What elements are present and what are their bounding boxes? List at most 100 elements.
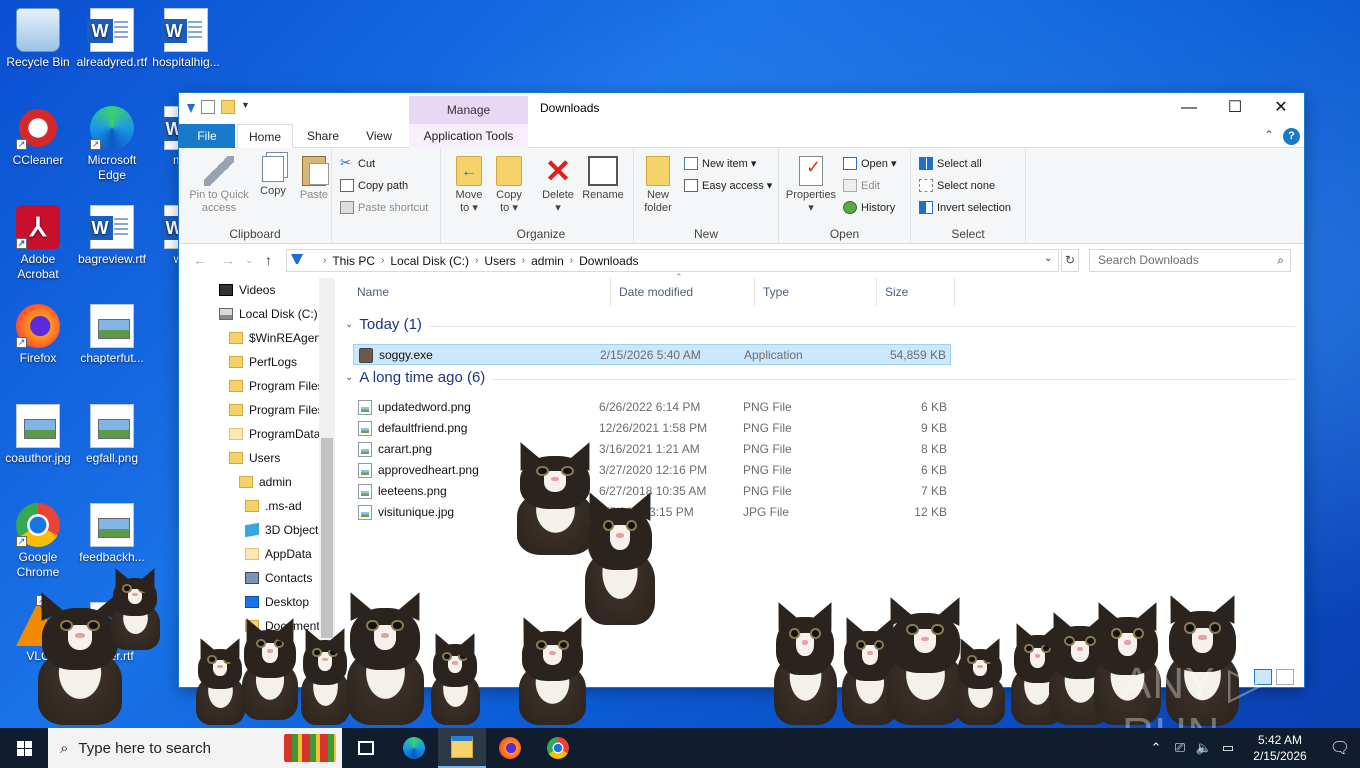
- tab-share[interactable]: Share: [297, 124, 349, 148]
- breadcrumb-downloads[interactable]: Downloads: [579, 254, 638, 268]
- maximize-button[interactable]: ☐: [1212, 93, 1258, 123]
- column-header-type[interactable]: Type: [755, 278, 877, 306]
- title-bar[interactable]: ▼ Manage Downloads — ☐ ✕: [179, 93, 1304, 124]
- desktop-icon-coauthor-jpg[interactable]: coauthor.jpg: [0, 404, 76, 466]
- volume-icon[interactable]: 🔈: [1192, 740, 1216, 756]
- column-header-date[interactable]: Date modified: [611, 278, 755, 306]
- network-icon[interactable]: ⎚: [1168, 740, 1192, 756]
- collapse-chevron-icon[interactable]: ⌄: [345, 319, 353, 330]
- history-button[interactable]: History: [843, 201, 895, 214]
- close-button[interactable]: ✕: [1258, 93, 1304, 123]
- file-row[interactable]: updatedword.png 6/26/2022 6:14 PM PNG File…: [353, 397, 951, 418]
- nav-item-ms-ad[interactable]: .ms-ad: [245, 494, 302, 518]
- paste-button[interactable]: Paste: [297, 156, 331, 202]
- taskbar-search[interactable]: ⌕ Type here to search: [48, 728, 342, 768]
- breadcrumb-separator-icon[interactable]: ›: [570, 255, 573, 266]
- group-header[interactable]: ⌄ Today (1): [345, 316, 422, 333]
- nav-item-program-files[interactable]: Program Files: [229, 398, 324, 422]
- copy-button[interactable]: Copy: [257, 156, 289, 198]
- tab-view[interactable]: View: [351, 124, 407, 148]
- breadcrumb-admin[interactable]: admin: [531, 254, 564, 268]
- invert-selection-button[interactable]: Invert selection: [919, 201, 1011, 214]
- new-item-button[interactable]: New item ▾: [684, 157, 756, 170]
- nav-item-users[interactable]: Users: [229, 446, 280, 470]
- breadcrumb-users[interactable]: Users: [484, 254, 515, 268]
- desktop-icon-hospitalhig[interactable]: hospitalhig...: [148, 8, 224, 70]
- up-arrow-icon[interactable]: ↑: [265, 252, 272, 268]
- search-input[interactable]: Search Downloads ⌕: [1089, 249, 1291, 272]
- breadcrumb-separator-icon[interactable]: ›: [522, 255, 525, 266]
- collapse-chevron-icon[interactable]: ⌄: [345, 372, 353, 383]
- desktop-icon-feedbackh[interactable]: feedbackh...: [74, 503, 150, 565]
- taskbar-edge-button[interactable]: [390, 728, 438, 768]
- move-to-button[interactable]: Move to ▾: [451, 156, 487, 215]
- taskbar-firefox-button[interactable]: [486, 728, 534, 768]
- notifications-icon[interactable]: 🗨: [1320, 738, 1360, 758]
- desktop-icon-google-chrome[interactable]: Google Chrome: [0, 503, 76, 580]
- manage-context-tab[interactable]: Manage: [409, 96, 528, 124]
- nav-item-admin[interactable]: admin: [239, 470, 292, 494]
- minimize-button[interactable]: —: [1166, 93, 1212, 123]
- desktop-icon-chapterfut[interactable]: chapterfut...: [74, 304, 150, 366]
- forward-arrow-icon[interactable]: →: [221, 252, 235, 268]
- rename-button[interactable]: Rename: [581, 156, 625, 202]
- edit-button[interactable]: Edit: [843, 179, 880, 192]
- nav-item-appdata[interactable]: AppData: [245, 542, 312, 566]
- column-header-size[interactable]: Size: [877, 278, 955, 306]
- breadcrumb-this-pc[interactable]: This PC: [332, 254, 375, 268]
- open-button[interactable]: Open ▾: [843, 157, 897, 170]
- desktop-icon-firefox[interactable]: Firefox: [0, 304, 76, 366]
- desktop-icon-bagreview-rtf[interactable]: bagreview.rtf: [74, 205, 150, 267]
- desktop-icon-microsoft-edge[interactable]: Microsoft Edge: [74, 106, 150, 183]
- nav-item-winreagent[interactable]: $WinREAgent: [229, 326, 324, 350]
- back-arrow-icon[interactable]: ←: [193, 252, 207, 268]
- task-view-button[interactable]: [342, 728, 390, 768]
- address-dropdown-icon[interactable]: ⌄: [1044, 253, 1052, 264]
- desktop-icon-recycle-bin[interactable]: Recycle Bin: [0, 8, 76, 70]
- nav-item-3d-objects[interactable]: 3D Objects: [245, 518, 324, 542]
- minimize-ribbon-icon[interactable]: ⌃: [1264, 128, 1274, 142]
- delete-button[interactable]: ✕ Delete ▾: [539, 155, 577, 215]
- easy-access-button[interactable]: Easy access ▾: [684, 179, 772, 192]
- file-row[interactable]: defaultfriend.png 12/26/2021 1:58 PM PNG F…: [353, 418, 951, 439]
- select-all-button[interactable]: Select all: [919, 157, 982, 170]
- column-header-name[interactable]: Name: [349, 278, 611, 306]
- nav-item-program-files[interactable]: Program Files: [229, 374, 324, 398]
- nav-item-desktop[interactable]: Desktop: [245, 590, 309, 614]
- new-folder-quick-icon[interactable]: [221, 100, 235, 114]
- select-none-button[interactable]: Select none: [919, 179, 995, 192]
- breadcrumb-local-disk-c[interactable]: Local Disk (C:): [390, 254, 469, 268]
- desktop-icon-egfall-png[interactable]: egfall.png: [74, 404, 150, 466]
- taskbar-chrome-button[interactable]: [534, 728, 582, 768]
- help-icon[interactable]: ?: [1283, 128, 1300, 145]
- breadcrumb-separator-icon[interactable]: ›: [323, 255, 326, 266]
- properties-quick-icon[interactable]: [187, 103, 195, 113]
- address-bar[interactable]: › This PC › Local Disk (C:) › Users › admin › Dow…: [286, 249, 1059, 272]
- taskbar-file-explorer-button[interactable]: [438, 728, 486, 768]
- file-row[interactable]: carart.png 3/16/2021 1:21 AM PNG File 8 KB: [353, 439, 951, 460]
- pin-to-quick-access-button[interactable]: Pin to Quick access: [185, 156, 253, 215]
- nav-item-videos[interactable]: Videos: [219, 278, 275, 302]
- tray-overflow-chevron-icon[interactable]: ⌃: [1144, 740, 1168, 756]
- input-indicator-icon[interactable]: ▭: [1216, 740, 1240, 756]
- desktop-icon-adobe-acrobat[interactable]: ⅄ Adobe Acrobat: [0, 205, 76, 282]
- desktop-icon-ccleaner[interactable]: CCleaner: [0, 106, 76, 168]
- group-header[interactable]: ⌄ A long time ago (6): [345, 369, 485, 386]
- file-row[interactable]: approvedheart.png 3/27/2020 12:16 PM PNG F…: [353, 460, 951, 481]
- properties-button[interactable]: Properties ▾: [783, 156, 839, 215]
- checklist-quick-icon[interactable]: [201, 100, 215, 114]
- recent-locations-chevron-icon[interactable]: ⌄: [245, 255, 253, 266]
- tab-application-tools[interactable]: Application Tools: [409, 124, 528, 148]
- nav-item-local-disk-c[interactable]: Local Disk (C:): [219, 302, 318, 326]
- nav-item-programdata[interactable]: ProgramData: [229, 422, 320, 446]
- new-folder-button[interactable]: New folder: [638, 156, 678, 215]
- start-button[interactable]: [0, 728, 48, 768]
- file-row[interactable]: soggy.exe 2/15/2026 5:40 AM Application 54,…: [353, 344, 951, 365]
- taskbar-clock[interactable]: 5:42 AM 2/15/2026: [1240, 732, 1320, 764]
- refresh-button[interactable]: ↻: [1061, 249, 1079, 272]
- copy-to-button[interactable]: Copy to ▾: [491, 156, 527, 215]
- nav-item-perflogs[interactable]: PerfLogs: [229, 350, 297, 374]
- customize-quick-access-icon[interactable]: ▼: [241, 100, 250, 114]
- desktop-icon-alreadyred-rtf[interactable]: alreadyred.rtf: [74, 8, 150, 70]
- breadcrumb-separator-icon[interactable]: ›: [381, 255, 384, 266]
